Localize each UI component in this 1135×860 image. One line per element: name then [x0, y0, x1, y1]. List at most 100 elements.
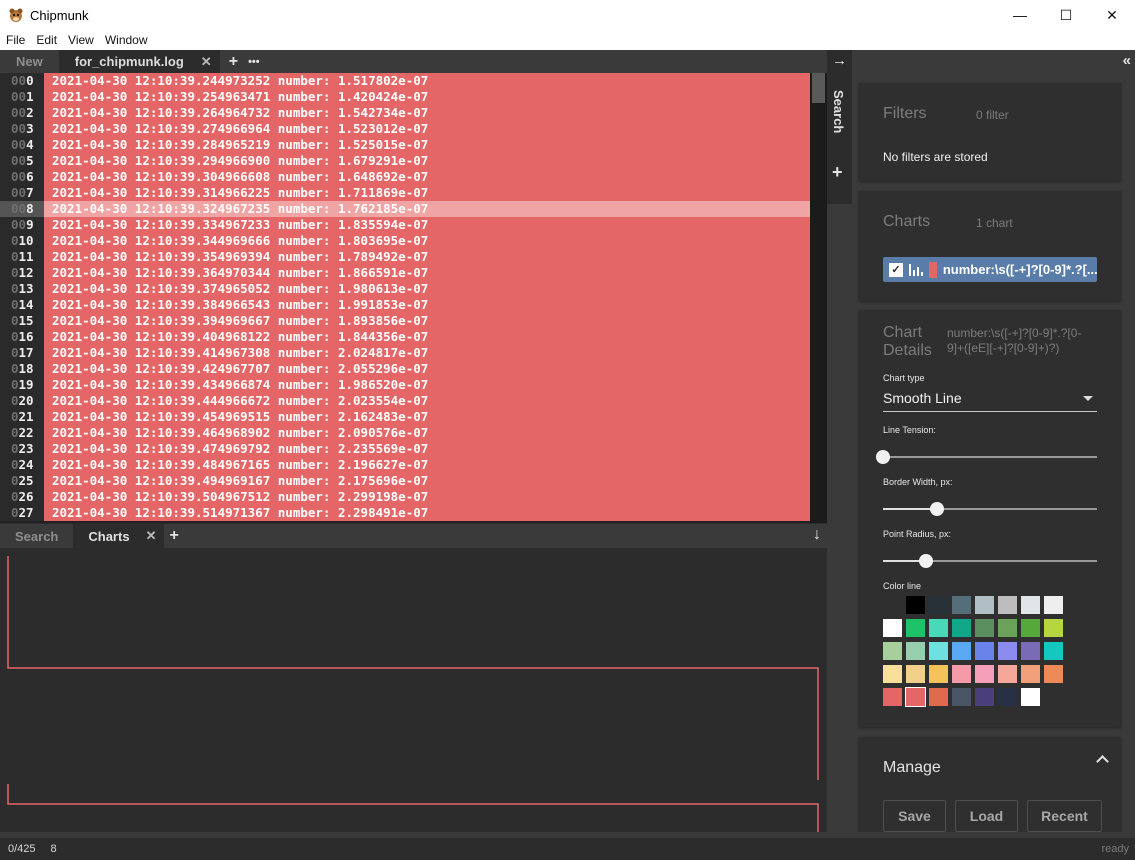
maximize-button[interactable]: ☐ — [1043, 0, 1089, 30]
log-row[interactable]: 004 2021-04-30 12:10:39.284965219 number:… — [0, 137, 827, 153]
chart-type-select[interactable]: Smooth Line — [883, 388, 1097, 412]
color-swatch[interactable] — [998, 642, 1017, 660]
add-tab-icon[interactable]: + — [224, 50, 243, 73]
menu-file[interactable]: File — [6, 33, 25, 47]
color-swatch[interactable] — [975, 642, 994, 660]
close-tab-icon[interactable]: ✕ — [201, 54, 212, 70]
log-row[interactable]: 021 2021-04-30 12:10:39.454969515 number:… — [0, 409, 827, 425]
log-row[interactable]: 009 2021-04-30 12:10:39.334967233 number:… — [0, 217, 827, 233]
point-radius-slider[interactable] — [883, 554, 1097, 568]
log-row[interactable]: 018 2021-04-30 12:10:39.424967707 number:… — [0, 361, 827, 377]
color-swatch[interactable] — [929, 596, 948, 614]
log-row[interactable]: 020 2021-04-30 12:10:39.444966672 number:… — [0, 393, 827, 409]
color-swatch[interactable] — [929, 665, 948, 683]
color-swatch-selected[interactable] — [905, 687, 926, 707]
color-swatch[interactable] — [998, 596, 1017, 614]
log-scrollbar[interactable] — [810, 73, 827, 523]
log-row[interactable]: 000 2021-04-30 12:10:39.244973252 number:… — [0, 73, 827, 89]
close-window-button[interactable]: ✕ — [1089, 0, 1135, 30]
chart-entry[interactable]: ✓ number:\s([-+]?[0-9]*.?[... — [883, 257, 1097, 282]
color-swatch[interactable] — [1021, 596, 1040, 614]
menu-edit[interactable]: Edit — [36, 33, 57, 47]
log-row[interactable]: 011 2021-04-30 12:10:39.354969394 number:… — [0, 249, 827, 265]
color-swatch[interactable] — [952, 688, 971, 706]
log-row[interactable]: 019 2021-04-30 12:10:39.434966874 number:… — [0, 377, 827, 393]
tab-search[interactable]: Search — [0, 524, 73, 548]
log-row[interactable]: 008 2021-04-30 12:10:39.324967235 number:… — [0, 201, 827, 217]
slider-knob[interactable] — [918, 554, 933, 568]
line-tension-slider[interactable] — [876, 450, 1097, 464]
color-swatch[interactable] — [975, 619, 994, 637]
log-row[interactable]: 010 2021-04-30 12:10:39.344969666 number:… — [0, 233, 827, 249]
more-icon[interactable]: ••• — [243, 50, 265, 73]
log-row[interactable]: 002 2021-04-30 12:10:39.264964732 number:… — [0, 105, 827, 121]
log-row[interactable]: 026 2021-04-30 12:10:39.504967512 number:… — [0, 489, 827, 505]
log-row[interactable]: 023 2021-04-30 12:10:39.474969792 number:… — [0, 441, 827, 457]
tab-file[interactable]: for_chipmunk.log ✕ — [58, 50, 220, 73]
color-swatch[interactable] — [998, 688, 1017, 706]
color-swatch[interactable] — [883, 665, 902, 683]
color-swatch[interactable] — [998, 665, 1017, 683]
log-row[interactable]: 003 2021-04-30 12:10:39.274966964 number:… — [0, 121, 827, 137]
color-swatch[interactable] — [998, 619, 1017, 637]
border-width-slider[interactable] — [883, 502, 1097, 516]
menu-window[interactable]: Window — [105, 33, 148, 47]
slider-knob[interactable] — [929, 502, 944, 516]
color-swatch[interactable] — [906, 642, 925, 660]
color-swatch[interactable] — [883, 596, 902, 614]
load-button[interactable]: Load — [955, 800, 1018, 832]
color-swatch[interactable] — [929, 688, 948, 706]
log-row[interactable]: 015 2021-04-30 12:10:39.394969667 number:… — [0, 313, 827, 329]
save-button[interactable]: Save — [883, 800, 946, 832]
color-swatch[interactable] — [952, 642, 971, 660]
color-swatch[interactable] — [929, 619, 948, 637]
close-tab-icon[interactable]: ✕ — [146, 528, 157, 544]
color-swatch[interactable] — [975, 688, 994, 706]
color-swatch[interactable] — [883, 619, 902, 637]
color-swatch[interactable] — [1044, 665, 1063, 683]
scroll-thumb[interactable] — [812, 73, 825, 103]
chart-enabled-checkbox[interactable]: ✓ — [889, 262, 903, 277]
color-swatch[interactable] — [952, 596, 971, 614]
log-row[interactable]: 024 2021-04-30 12:10:39.484967165 number:… — [0, 457, 827, 473]
chevron-up-icon[interactable] — [1096, 755, 1109, 768]
log-row[interactable]: 001 2021-04-30 12:10:39.254963471 number:… — [0, 89, 827, 105]
color-swatch[interactable] — [1044, 642, 1063, 660]
color-swatch[interactable] — [929, 642, 948, 660]
color-swatch[interactable] — [906, 665, 925, 683]
color-swatch[interactable] — [975, 665, 994, 683]
color-swatch[interactable] — [952, 619, 971, 637]
tab-charts[interactable]: Charts ✕ — [73, 524, 165, 548]
color-swatch[interactable] — [975, 596, 994, 614]
log-row[interactable]: 025 2021-04-30 12:10:39.494969167 number:… — [0, 473, 827, 489]
color-swatch[interactable] — [1044, 619, 1063, 637]
add-icon[interactable]: + — [832, 162, 843, 183]
log-row[interactable]: 006 2021-04-30 12:10:39.304966608 number:… — [0, 169, 827, 185]
color-swatch[interactable] — [1044, 596, 1063, 614]
tab-new[interactable]: New — [0, 50, 59, 73]
arrow-right-icon[interactable]: → — [832, 52, 847, 69]
side-tab-search[interactable]: Search — [827, 72, 852, 204]
log-row[interactable]: 005 2021-04-30 12:10:39.294966900 number:… — [0, 153, 827, 169]
add-tab-icon[interactable]: + — [164, 524, 183, 548]
log-row[interactable]: 016 2021-04-30 12:10:39.404968122 number:… — [0, 329, 827, 345]
log-row[interactable]: 022 2021-04-30 12:10:39.464968902 number:… — [0, 425, 827, 441]
recent-button[interactable]: Recent — [1027, 800, 1102, 832]
color-swatch[interactable] — [1021, 642, 1040, 660]
double-chevron-left-icon[interactable]: « — [1123, 52, 1131, 69]
color-swatch[interactable] — [883, 688, 902, 706]
menu-view[interactable]: View — [68, 33, 94, 47]
log-row[interactable]: 007 2021-04-30 12:10:39.314966225 number:… — [0, 185, 827, 201]
color-swatch[interactable] — [952, 665, 971, 683]
log-row[interactable]: 014 2021-04-30 12:10:39.384966543 number:… — [0, 297, 827, 313]
color-swatch[interactable] — [906, 596, 925, 614]
log-row[interactable]: 013 2021-04-30 12:10:39.374965052 number:… — [0, 281, 827, 297]
slider-knob[interactable] — [876, 450, 890, 464]
chart-area[interactable] — [0, 548, 827, 832]
minimize-button[interactable]: — — [997, 0, 1043, 30]
log-row[interactable]: 027 2021-04-30 12:10:39.514971367 number:… — [0, 505, 827, 521]
color-swatch[interactable] — [1021, 665, 1040, 683]
log-viewer[interactable]: 000 2021-04-30 12:10:39.244973252 number:… — [0, 73, 827, 523]
color-swatch[interactable] — [1021, 619, 1040, 637]
log-row[interactable]: 017 2021-04-30 12:10:39.414967308 number:… — [0, 345, 827, 361]
